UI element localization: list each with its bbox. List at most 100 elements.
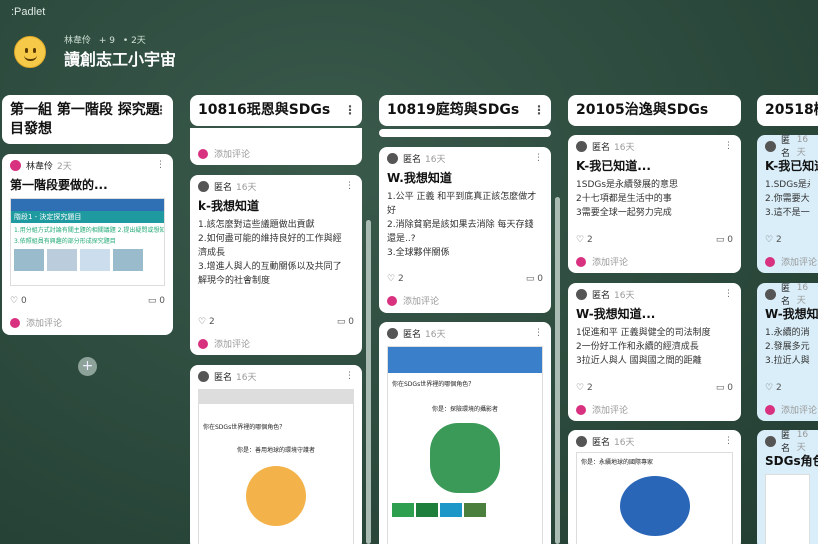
add-comment-link[interactable]: 添加评论 bbox=[198, 337, 250, 350]
column-5: 20518栩 bbox=[757, 95, 818, 126]
avatar bbox=[765, 435, 776, 447]
more-options-icon[interactable]: ⋮ bbox=[724, 436, 733, 446]
column-scrollbar[interactable] bbox=[366, 220, 371, 544]
more-options-icon[interactable]: ⋮ bbox=[534, 153, 543, 163]
post-card[interactable]: 匿名 16天 W-我想知道 1.永續的消費 2.發展多元合 3.拉近人與人 ♡ … bbox=[757, 283, 818, 421]
more-options-icon[interactable]: ⋮ bbox=[534, 328, 543, 338]
avatar bbox=[10, 159, 21, 171]
board-likes: + 9 bbox=[98, 36, 116, 46]
post-body: 1促進和平 正義與健全的司法制度 2一份好工作和永續的經濟成長 3拉近人與人 國… bbox=[576, 328, 711, 366]
like-icon[interactable]: ♡ 2 bbox=[765, 383, 782, 393]
add-comment-link[interactable]: 添加评论 bbox=[765, 403, 817, 416]
column-3: 10819庭筠與SDGs ⋮ bbox=[379, 95, 551, 126]
add-comment-link[interactable]: 添加评论 bbox=[10, 316, 62, 329]
more-options-icon[interactable]: ⋮ bbox=[156, 160, 165, 170]
avatar bbox=[198, 180, 209, 192]
post-body: 1SDGs是永續發展的意思 2十七項都是生活中的事 3需要全球一起努力完成 bbox=[576, 180, 679, 218]
more-options-icon[interactable]: ⋮ bbox=[344, 101, 356, 120]
post-card-partial bbox=[379, 129, 551, 137]
board-meta: 林韋伶 + 9 • 2天 bbox=[64, 33, 151, 46]
post-attachment-image[interactable]: 階段1 - 決定探究題目 1.用分組方式討論有關主題的相關議題 2.提出疑問或想… bbox=[10, 198, 165, 286]
avatar bbox=[576, 404, 586, 415]
more-options-icon[interactable]: ⋮ bbox=[724, 141, 733, 151]
post-card[interactable]: 匿名 16天 ⋮ K-我已知道... 1SDGs是永續發展的意思 2十七項都是生… bbox=[568, 135, 741, 273]
avatar bbox=[387, 295, 397, 306]
post-card[interactable]: 匿名 16天 SDGs角色 bbox=[757, 430, 818, 544]
like-icon[interactable]: ♡ 2 bbox=[576, 383, 593, 393]
add-comment-link[interactable]: 添加评论 bbox=[576, 403, 628, 416]
more-options-icon[interactable]: ⋮ bbox=[345, 371, 354, 381]
avatar bbox=[576, 140, 587, 152]
avatar bbox=[387, 327, 398, 339]
more-options-icon[interactable]: ⋮ bbox=[533, 101, 545, 120]
post-card-partial[interactable]: 添加评论 bbox=[190, 128, 362, 165]
avatar bbox=[10, 317, 20, 328]
add-comment-link[interactable]: 添加评论 bbox=[198, 147, 250, 160]
avatar bbox=[198, 338, 208, 349]
post-card[interactable]: 匿名 16天 ⋮ 你在SDGs世界裡的哪個角色？ 你是：探險環境的攝影者 bbox=[379, 322, 551, 544]
like-icon[interactable]: ♡ 2 bbox=[576, 235, 593, 245]
post-time: 2天 bbox=[57, 161, 72, 172]
avatar bbox=[765, 256, 775, 267]
like-icon[interactable]: ♡ 2 bbox=[198, 317, 215, 327]
add-comment-link[interactable]: 添加评论 bbox=[387, 294, 439, 307]
post-attachment-image[interactable]: 你在SDGs世界裡的哪個角色？ 你是：探險環境的攝影者 bbox=[387, 346, 543, 544]
like-icon[interactable]: ♡ 0 bbox=[10, 296, 27, 306]
post-title: K-我已知道... bbox=[576, 159, 651, 173]
column-title[interactable]: 10819庭筠與SDGs ⋮ bbox=[379, 95, 551, 126]
more-options-icon[interactable]: ⋮ bbox=[345, 181, 354, 191]
post-title: 第一階段要做的... bbox=[10, 178, 108, 192]
add-comment-link[interactable]: 添加评论 bbox=[576, 255, 628, 268]
post-title: W-我想知道... bbox=[576, 307, 656, 321]
comment-icon[interactable]: ▭ 0 bbox=[526, 274, 543, 284]
column-scrollbar[interactable] bbox=[555, 197, 560, 544]
column-4: 20105治逸與SDGs bbox=[568, 95, 741, 126]
comment-icon[interactable]: ▭ 0 bbox=[716, 383, 733, 393]
column-title[interactable]: 20105治逸與SDGs bbox=[568, 95, 741, 126]
comment-icon[interactable]: ▭ 0 bbox=[337, 317, 354, 327]
padlet-logo[interactable]: :Padlet bbox=[11, 6, 45, 18]
post-card[interactable]: 林韋伶 2天 ⋮ 第一階段要做的... 階段1 - 決定探究題目 1.用分組方式… bbox=[2, 154, 173, 335]
avatar bbox=[765, 404, 775, 415]
more-options-icon[interactable]: ⋮ bbox=[155, 101, 167, 120]
post-card[interactable]: 匿名 16天 ⋮ k-我想知道 1.該怎麼對這些議題做出貢獻 2.如何盡可能的維… bbox=[190, 175, 362, 355]
column-2: 10816珉恩與SDGs ⋮ bbox=[190, 95, 362, 126]
avatar bbox=[765, 140, 776, 152]
more-options-icon[interactable]: ⋮ bbox=[724, 289, 733, 299]
post-card[interactable]: 匿名 16天 K-我已知道 1.SDGs是永續 2.你需要大家 3.這不是一個 … bbox=[757, 135, 818, 273]
column-title[interactable]: 第一組 第一階段 探究題目發想 ⋮ bbox=[2, 95, 173, 144]
board-avatar-icon bbox=[14, 36, 46, 68]
comment-icon[interactable]: ▭ 0 bbox=[716, 235, 733, 245]
add-comment-link[interactable]: 添加评论 bbox=[765, 255, 817, 268]
post-card[interactable]: 匿名 16天 ⋮ W.我想知道 1.公平 正義 和平到底真正該怎麼做才 好 2.… bbox=[379, 147, 551, 313]
avatar bbox=[576, 256, 586, 267]
post-card[interactable]: 匿名 16天 ⋮ W-我想知道... 1促進和平 正義與健全的司法制度 2一份好… bbox=[568, 283, 741, 421]
post-attachment-image[interactable]: 你是：永續地球的國際專家 bbox=[576, 452, 733, 544]
column-title[interactable]: 20518栩 bbox=[757, 95, 818, 126]
post-title: W-我想知道 bbox=[765, 307, 818, 321]
post-author: 林韋伶 bbox=[26, 161, 54, 172]
post-body: 1.該怎麼對這些議題做出貢獻 2.如何盡可能的維持良好的工作與經 濟成長 3.增… bbox=[198, 220, 342, 286]
avatar bbox=[765, 288, 776, 300]
post-title: K-我已知道 bbox=[765, 159, 818, 173]
comment-icon[interactable]: ▭ 0 bbox=[148, 296, 165, 306]
like-icon[interactable]: ♡ 2 bbox=[765, 235, 782, 245]
board-author[interactable]: 林韋伶 bbox=[64, 36, 91, 46]
post-body: 1.公平 正義 和平到底真正該怎麼做才 好 2.消除貧窮是該如果去消除 每天存錢… bbox=[387, 192, 537, 258]
avatar bbox=[198, 370, 209, 382]
column-title[interactable]: 10816珉恩與SDGs ⋮ bbox=[190, 95, 362, 126]
post-card[interactable]: 匿名 16天 ⋮ 你是：永續地球的國際專家 bbox=[568, 430, 741, 544]
post-title: SDGs角色 bbox=[765, 454, 818, 468]
post-title: k-我想知道 bbox=[198, 199, 259, 213]
post-attachment-image[interactable]: 你在SDGs世界裡的哪個角色？ 你是：善用地球的環境守護者 bbox=[198, 389, 354, 544]
avatar bbox=[576, 288, 587, 300]
column-1: 第一組 第一階段 探究題目發想 ⋮ bbox=[2, 95, 173, 144]
board-title: 讀創志工小宇宙 bbox=[64, 50, 177, 69]
post-card[interactable]: 匿名 16天 ⋮ 你在SDGs世界裡的哪個角色？ 你是：善用地球的環境守護者 bbox=[190, 365, 362, 544]
post-attachment-image[interactable] bbox=[765, 474, 810, 544]
post-title: W.我想知道 bbox=[387, 171, 452, 185]
like-icon[interactable]: ♡ 2 bbox=[387, 274, 404, 284]
avatar bbox=[198, 148, 208, 159]
avatar bbox=[576, 435, 587, 447]
add-post-button[interactable]: + bbox=[78, 357, 97, 376]
